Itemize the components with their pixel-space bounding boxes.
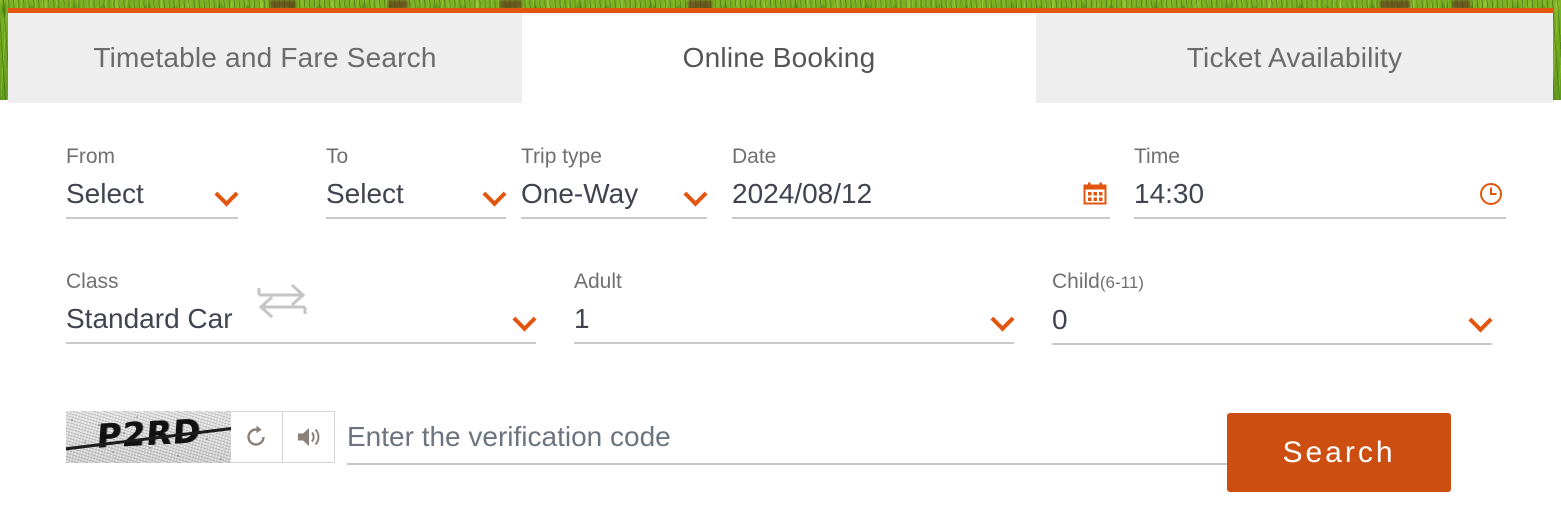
captcha-refresh-button[interactable] xyxy=(231,411,283,463)
field-time: Time 14:30 xyxy=(1134,145,1506,219)
online-booking-form: From Select To Select Trip type One-Way … xyxy=(8,103,1553,518)
child-label: Child(6-11) xyxy=(1052,270,1492,295)
page-stage: Timetable and Fare Search Online Booking… xyxy=(0,0,1561,518)
date-value: 2024/08/12 xyxy=(732,178,873,209)
field-class: Class Standard Car xyxy=(66,270,536,344)
captcha-audio-button[interactable] xyxy=(283,411,335,463)
adult-label: Adult xyxy=(574,270,622,293)
time-input[interactable]: 14:30 xyxy=(1134,171,1506,219)
class-label: Class xyxy=(66,270,119,293)
trip-type-select[interactable]: One-Way xyxy=(521,171,707,219)
chevron-down-icon[interactable] xyxy=(1470,309,1492,331)
tab-ticket-availability[interactable]: Ticket Availability xyxy=(1036,13,1553,103)
child-select[interactable]: 0 xyxy=(1052,297,1492,345)
tab-online-booking[interactable]: Online Booking xyxy=(522,13,1036,103)
chevron-down-icon[interactable] xyxy=(514,308,536,330)
trip-type-label: Trip type xyxy=(521,145,602,168)
adult-value: 1 xyxy=(574,303,590,334)
field-date: Date 2024/08/12 xyxy=(732,145,1110,219)
captcha-image[interactable]: P2RD xyxy=(66,411,231,463)
chevron-down-icon[interactable] xyxy=(484,183,506,205)
search-button[interactable]: Search xyxy=(1227,413,1451,492)
tab-bar: Timetable and Fare Search Online Booking… xyxy=(8,13,1553,103)
child-age-range: (6-11) xyxy=(1099,273,1144,292)
field-adult: Adult 1 xyxy=(574,270,1014,344)
from-select[interactable]: Select xyxy=(66,171,238,219)
time-label: Time xyxy=(1134,145,1180,168)
to-label: To xyxy=(326,145,349,168)
booking-panel: Timetable and Fare Search Online Booking… xyxy=(8,8,1553,518)
class-select[interactable]: Standard Car xyxy=(66,296,536,344)
clock-icon[interactable] xyxy=(1476,179,1506,209)
child-label-text: Child xyxy=(1052,270,1100,293)
from-label: From xyxy=(66,145,115,168)
field-child: Child(6-11) 0 xyxy=(1052,270,1492,345)
chevron-down-icon[interactable] xyxy=(685,183,707,205)
class-value: Standard Car xyxy=(66,303,233,334)
child-value: 0 xyxy=(1052,304,1068,335)
tab-timetable-and-fare-search[interactable]: Timetable and Fare Search xyxy=(8,13,522,103)
field-trip-type: Trip type One-Way xyxy=(521,145,707,219)
captcha-image-text: P2RD xyxy=(95,411,203,456)
refresh-icon xyxy=(246,425,265,446)
chevron-down-icon[interactable] xyxy=(216,183,238,205)
to-value: Select xyxy=(326,178,404,209)
time-value: 14:30 xyxy=(1134,178,1205,209)
date-label: Date xyxy=(732,145,777,168)
from-value: Select xyxy=(66,178,144,209)
verification-code-input[interactable]: Enter the verification code xyxy=(347,411,1262,465)
calendar-icon[interactable] xyxy=(1080,179,1110,209)
captcha-row: P2RD Enter the verification code xyxy=(66,411,1262,465)
trip-type-value: One-Way xyxy=(521,178,639,209)
field-to: To Select xyxy=(326,145,506,219)
speaker-icon xyxy=(297,428,319,446)
adult-select[interactable]: 1 xyxy=(574,296,1014,344)
to-select[interactable]: Select xyxy=(326,171,506,219)
chevron-down-icon[interactable] xyxy=(992,308,1014,330)
verification-code-placeholder: Enter the verification code xyxy=(347,421,671,452)
date-input[interactable]: 2024/08/12 xyxy=(732,171,1110,219)
field-from: From Select xyxy=(66,145,238,219)
